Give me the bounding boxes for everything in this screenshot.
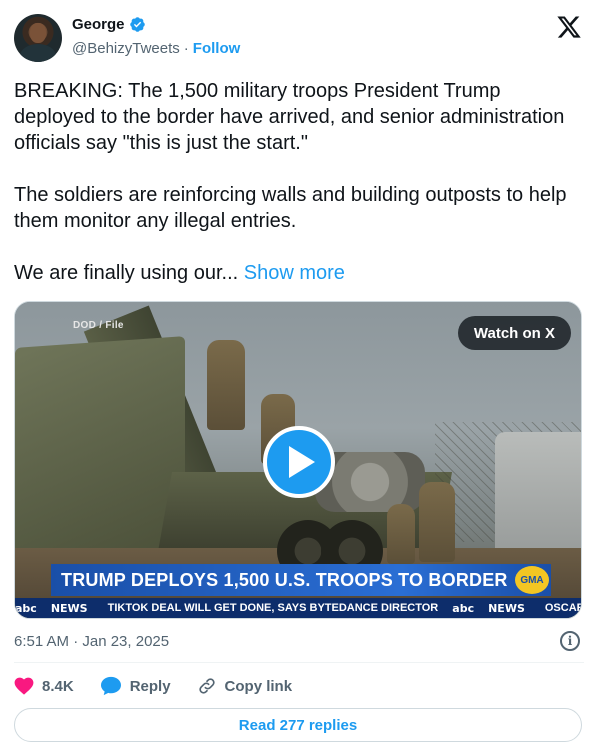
handle[interactable]: @BehizyTweets xyxy=(72,40,180,57)
video-headline-banner: TRUMP DEPLOYS 1,500 U.S. TROOPS TO BORDE… xyxy=(51,564,551,596)
ticker-brand: abc NEWS xyxy=(15,602,102,615)
avatar[interactable] xyxy=(14,14,62,62)
video-player[interactable]: DOD / File Watch on X TRUMP DEPLOYS 1,50… xyxy=(14,301,582,619)
tweet-paragraph-3: We are finally using our... Show more xyxy=(14,260,584,286)
ticker-brand-news-2: NEWS xyxy=(488,601,525,615)
gma-logo: GMA xyxy=(515,566,549,594)
like-count: 8.4K xyxy=(42,677,74,695)
copy-link-label: Copy link xyxy=(224,677,293,695)
ticker-item-2: OSCAR NOMINATIONS O xyxy=(544,602,581,614)
x-logo-icon[interactable] xyxy=(556,14,582,40)
heart-icon xyxy=(14,677,34,695)
tweet-paragraph-3-text: We are finally using our... xyxy=(14,262,239,284)
divider xyxy=(14,662,584,663)
read-replies-button[interactable]: Read 277 replies xyxy=(14,708,582,742)
watch-on-x-button[interactable]: Watch on X xyxy=(457,316,571,350)
video-headline: TRUMP DEPLOYS 1,500 U.S. TROOPS TO BORDE… xyxy=(61,569,508,590)
name-row: George xyxy=(72,16,146,33)
ticker-brand-news: NEWS xyxy=(50,601,88,615)
like-button[interactable]: 8.4K xyxy=(14,677,74,695)
play-icon xyxy=(289,446,315,478)
ticker-brand-abc: abc xyxy=(15,601,37,615)
follow-button[interactable]: Follow xyxy=(193,40,241,57)
reply-button[interactable]: Reply xyxy=(100,676,171,696)
separator-dot: · xyxy=(183,40,189,57)
video-soldier xyxy=(419,482,455,562)
info-icon[interactable]: i xyxy=(560,631,580,651)
ticker-item-1: TIKTOK DEAL WILL GET DONE, SAYS BYTEDANC… xyxy=(107,602,439,614)
reply-label: Reply xyxy=(129,677,171,695)
play-button[interactable] xyxy=(263,426,335,498)
tweet-paragraph-2: The soldiers are reinforcing walls and b… xyxy=(14,184,567,232)
link-icon xyxy=(198,678,215,694)
video-truck xyxy=(15,336,185,568)
handle-row: @BehizyTweets · Follow xyxy=(72,40,240,57)
reply-bubble-icon xyxy=(100,676,121,696)
action-bar: 8.4K Reply Copy link xyxy=(14,672,318,700)
tweet-paragraph-1: BREAKING: The 1,500 military troops Pres… xyxy=(14,80,565,154)
tweet-timestamp[interactable]: 6:51 AM · Jan 23, 2025 xyxy=(14,633,169,650)
ticker-brand-2: abc NEWS xyxy=(452,602,539,615)
show-more-link[interactable]: Show more xyxy=(244,262,345,284)
ticker-brand-abc-2: abc xyxy=(452,601,475,615)
video-soldier xyxy=(387,504,415,564)
avatar-shoulders xyxy=(20,44,56,62)
video-soldier xyxy=(207,340,245,430)
tweet-text: BREAKING: The 1,500 military troops Pres… xyxy=(14,78,584,286)
verified-badge-icon xyxy=(129,17,145,32)
video-source-label: DOD / File xyxy=(73,320,124,331)
avatar-face xyxy=(30,23,46,43)
tweet-header: George @BehizyTweets · Follow xyxy=(14,12,584,64)
news-ticker: abc NEWS TIKTOK DEAL WILL GET DONE, SAYS … xyxy=(15,598,581,618)
display-name[interactable]: George xyxy=(72,16,125,33)
copy-link-button[interactable]: Copy link xyxy=(197,676,293,696)
